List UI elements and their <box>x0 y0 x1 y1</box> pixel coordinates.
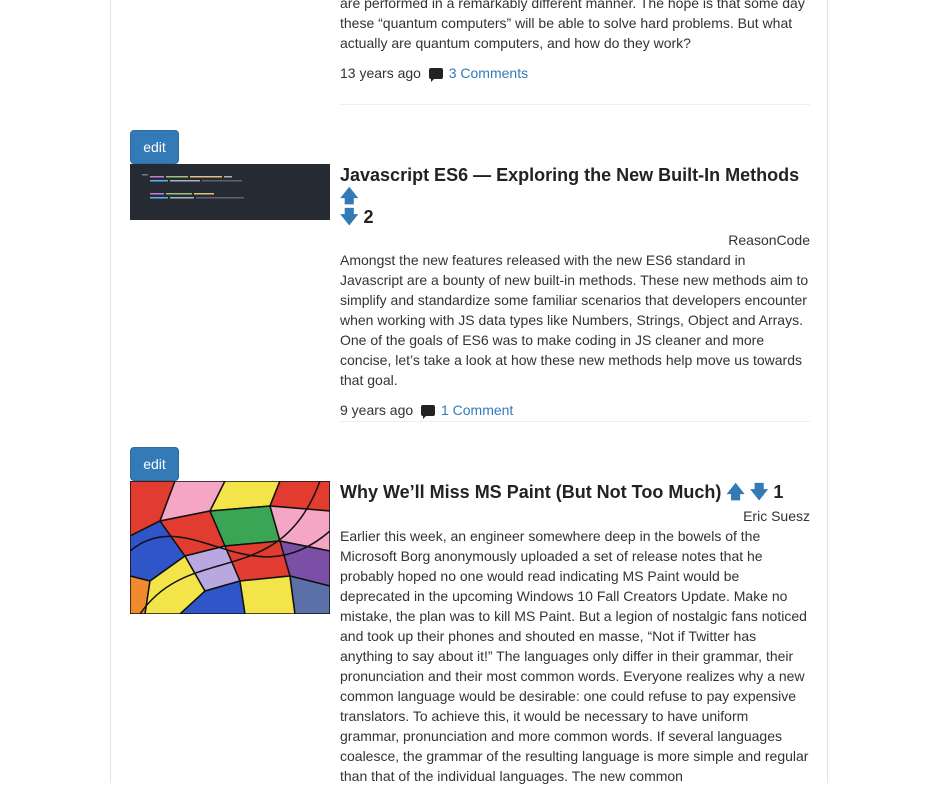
post-meta: 13 years ago 3 Comments <box>340 63 810 83</box>
edit-button[interactable]: edit <box>130 447 179 481</box>
post-content: are performed in a remarkably different … <box>340 0 810 83</box>
arrow-down-icon[interactable]: 🡇 <box>750 482 769 503</box>
post-title[interactable]: Javascript ES6 — Exploring the New Built… <box>340 165 799 185</box>
post-title[interactable]: Why We’ll Miss MS Paint (But Not Too Muc… <box>340 482 721 502</box>
post-meta: 9 years ago 1 Comment <box>340 400 810 420</box>
comment-icon <box>428 68 443 82</box>
post-thumbnail[interactable] <box>130 164 330 220</box>
post-author[interactable]: ReasonCode <box>340 230 810 250</box>
post-title-row: Javascript ES6 — Exploring the New Built… <box>340 165 810 228</box>
post-divider <box>340 104 810 105</box>
abstract-painting-image <box>130 481 330 614</box>
arrow-up-icon[interactable]: 🡅 <box>340 186 359 207</box>
code-screenshot-image <box>130 164 330 220</box>
post-body: Earlier this week, an engineer somewhere… <box>340 528 809 784</box>
comment-icon <box>421 405 436 419</box>
post-divider <box>340 421 810 422</box>
post-body: Amongst the new features released with t… <box>340 252 809 388</box>
comments-link[interactable]: 3 Comments <box>449 65 528 81</box>
post-thumbnail[interactable] <box>130 481 330 614</box>
post-time: 13 years ago <box>340 65 421 81</box>
post-body: are performed in a remarkably different … <box>340 0 805 51</box>
post-content: Why We’ll Miss MS Paint (But Not Too Muc… <box>340 482 810 786</box>
post-content: Javascript ES6 — Exploring the New Built… <box>340 165 810 420</box>
vote-count: 2 <box>363 207 374 227</box>
edit-button[interactable]: edit <box>130 130 179 164</box>
post-time: 9 years ago <box>340 402 414 418</box>
comments-link[interactable]: 1 Comment <box>441 402 513 418</box>
arrow-down-icon[interactable]: 🡇 <box>340 207 359 228</box>
vote-count: 1 <box>773 482 784 502</box>
post-author[interactable]: Eric Suesz <box>340 506 810 526</box>
post-title-row: Why We’ll Miss MS Paint (But Not Too Muc… <box>340 482 810 503</box>
arrow-up-icon[interactable]: 🡅 <box>726 482 745 503</box>
